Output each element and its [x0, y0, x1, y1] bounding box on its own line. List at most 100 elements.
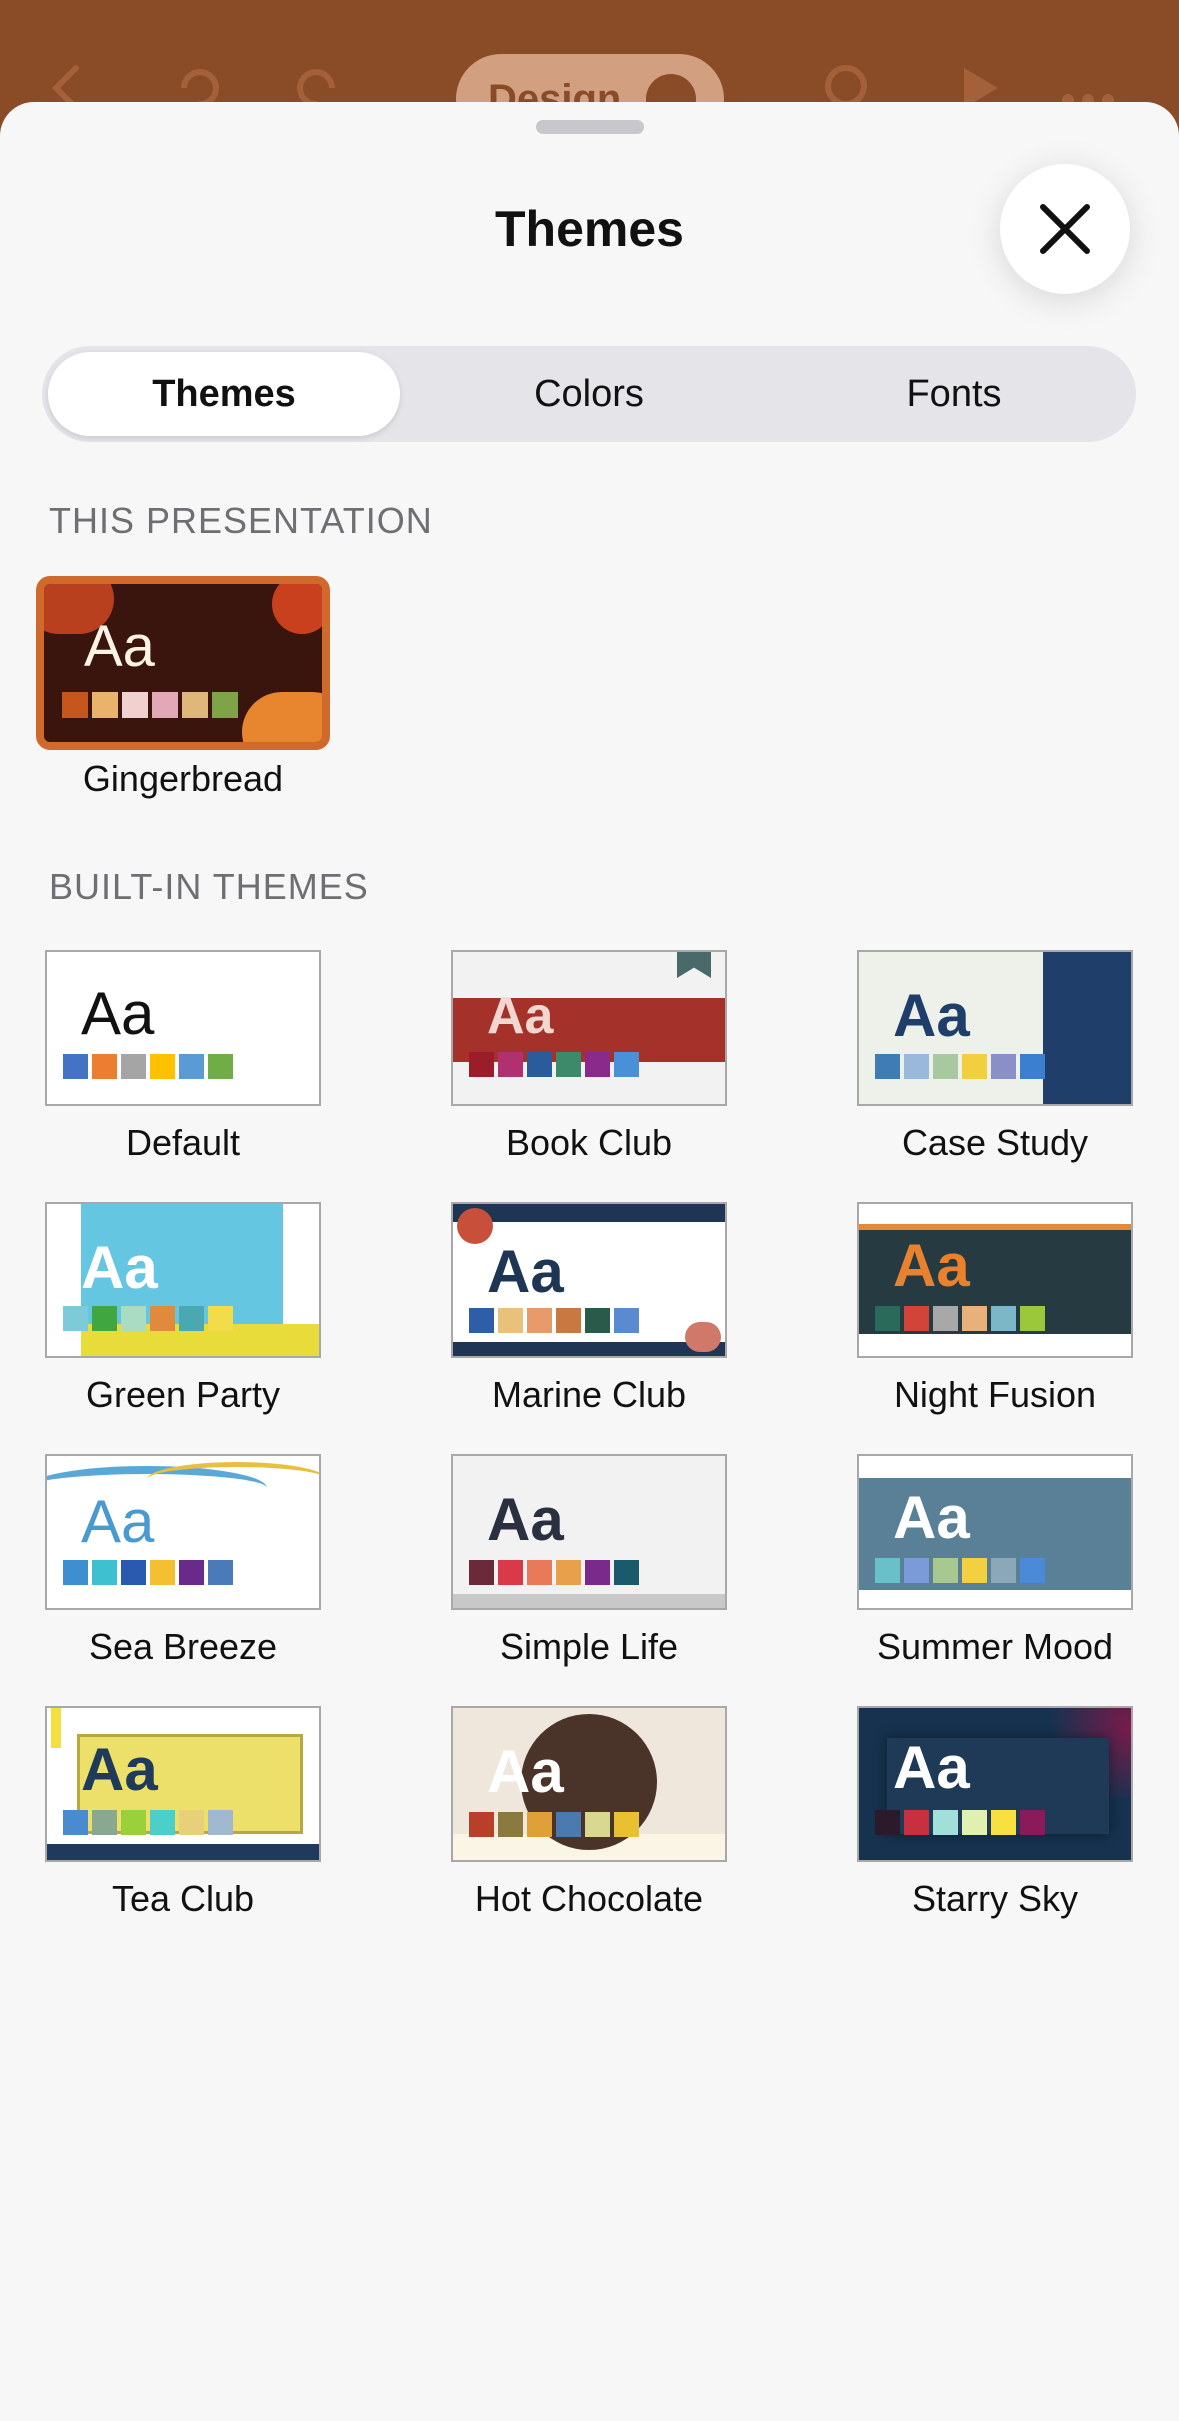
color-swatch: [962, 1558, 987, 1583]
color-swatch: [904, 1054, 929, 1079]
segment-themes[interactable]: Themes: [48, 352, 400, 436]
theme-aa-sample: Aa: [487, 1238, 564, 1305]
color-swatch: [208, 1054, 233, 1079]
color-swatch: [92, 692, 118, 718]
theme-aa-sample: Aa: [81, 1234, 158, 1301]
color-swatch: [933, 1306, 958, 1331]
color-swatch: [614, 1812, 639, 1837]
theme-label-simple-life: Simple Life: [499, 1626, 679, 1667]
color-swatch: [1020, 1054, 1045, 1079]
color-swatch: [92, 1306, 117, 1331]
theme-label-starry-sky: Starry Sky: [911, 1878, 1079, 1919]
color-swatch: [208, 1306, 233, 1331]
color-swatch: [150, 1810, 175, 1835]
theme-label-hot-chocolate: Hot Chocolate: [474, 1878, 704, 1919]
color-swatch: [1020, 1558, 1045, 1583]
theme-thumb-summer-mood[interactable]: Aa: [857, 1454, 1133, 1610]
theme-aa-sample: Aa: [81, 1736, 158, 1803]
theme-thumb-book-club[interactable]: Aa: [451, 950, 727, 1106]
color-swatch: [63, 1560, 88, 1585]
theme-aa-sample: Aa: [487, 1738, 564, 1805]
color-swatch: [1020, 1810, 1045, 1835]
theme-thumb-marine-club[interactable]: Aa: [451, 1202, 727, 1358]
theme-thumb-sea-breeze[interactable]: Aa: [45, 1454, 321, 1610]
color-swatch: [527, 1308, 552, 1333]
theme-aa-sample: Aa: [893, 1232, 970, 1299]
color-swatch: [614, 1308, 639, 1333]
theme-thumb-gingerbread[interactable]: Aa: [36, 576, 330, 750]
color-swatch: [179, 1810, 204, 1835]
color-swatch: [875, 1054, 900, 1079]
theme-label-summer-mood: Summer Mood: [876, 1626, 1114, 1667]
color-swatch: [469, 1308, 494, 1333]
color-swatch: [556, 1052, 581, 1077]
color-swatch: [875, 1558, 900, 1583]
color-swatch: [585, 1560, 610, 1585]
color-swatch: [933, 1054, 958, 1079]
theme-thumb-night-fusion[interactable]: Aa: [857, 1202, 1133, 1358]
color-swatch: [150, 1054, 175, 1079]
theme-thumb-default[interactable]: Aa: [45, 950, 321, 1106]
theme-thumb-hot-chocolate[interactable]: Aa: [451, 1706, 727, 1862]
theme-aa-sample: Aa: [81, 980, 155, 1047]
color-swatch: [92, 1810, 117, 1835]
top-toolbar: Design: [0, 0, 1179, 144]
color-swatch: [63, 1306, 88, 1331]
color-swatch: [556, 1812, 581, 1837]
color-swatch: [122, 692, 148, 718]
close-button[interactable]: [1000, 164, 1130, 294]
color-swatch: [585, 1308, 610, 1333]
color-swatch: [614, 1560, 639, 1585]
theme-label-book-club: Book Club: [505, 1122, 673, 1163]
color-swatch: [92, 1054, 117, 1079]
color-swatch: [212, 692, 238, 718]
theme-label-marine-club: Marine Club: [491, 1374, 687, 1415]
color-swatch: [933, 1810, 958, 1835]
color-swatch: [962, 1810, 987, 1835]
close-icon: [1040, 204, 1090, 254]
theme-label-sea-breeze: Sea Breeze: [88, 1626, 278, 1667]
color-swatch: [585, 1812, 610, 1837]
color-swatch: [904, 1810, 929, 1835]
color-swatch: [208, 1560, 233, 1585]
color-swatch: [991, 1810, 1016, 1835]
theme-label-tea-club: Tea Club: [111, 1878, 255, 1919]
sheet-grabber[interactable]: [536, 120, 644, 134]
color-swatch: [182, 692, 208, 718]
theme-aa-sample: Aa: [893, 1734, 970, 1801]
color-swatch: [498, 1812, 523, 1837]
color-swatch: [469, 1812, 494, 1837]
color-swatch: [63, 1054, 88, 1079]
color-swatch: [179, 1054, 204, 1079]
theme-thumb-starry-sky[interactable]: Aa: [857, 1706, 1133, 1862]
segment-fonts[interactable]: Fonts: [778, 352, 1130, 436]
color-swatch: [179, 1560, 204, 1585]
color-swatch: [498, 1052, 523, 1077]
color-swatch: [556, 1560, 581, 1585]
theme-label-case-study: Case Study: [901, 1122, 1089, 1163]
theme-thumb-simple-life[interactable]: Aa: [451, 1454, 727, 1610]
color-swatch: [1020, 1306, 1045, 1331]
color-swatch: [92, 1560, 117, 1585]
color-swatch: [121, 1810, 146, 1835]
color-swatch: [585, 1052, 610, 1077]
color-swatch: [121, 1054, 146, 1079]
color-swatch: [121, 1560, 146, 1585]
color-swatch: [556, 1308, 581, 1333]
theme-thumb-tea-club[interactable]: Aa: [45, 1706, 321, 1862]
color-swatch: [498, 1560, 523, 1585]
color-swatch: [904, 1558, 929, 1583]
theme-thumb-case-study[interactable]: Aa: [857, 950, 1133, 1106]
theme-thumb-green-party[interactable]: Aa: [45, 1202, 321, 1358]
segment-colors[interactable]: Colors: [413, 352, 765, 436]
theme-aa-sample: Aa: [84, 614, 155, 679]
color-swatch: [498, 1308, 523, 1333]
section-label-this-presentation: THIS PRESENTATION: [49, 500, 433, 541]
color-swatch: [527, 1052, 552, 1077]
color-swatch: [469, 1560, 494, 1585]
color-swatch: [527, 1812, 552, 1837]
color-swatch: [875, 1306, 900, 1331]
color-swatch: [875, 1810, 900, 1835]
segmented-control: Themes Colors Fonts: [42, 346, 1136, 442]
themes-sheet: Themes Themes Colors Fonts THIS PRESENTA…: [0, 102, 1179, 2421]
